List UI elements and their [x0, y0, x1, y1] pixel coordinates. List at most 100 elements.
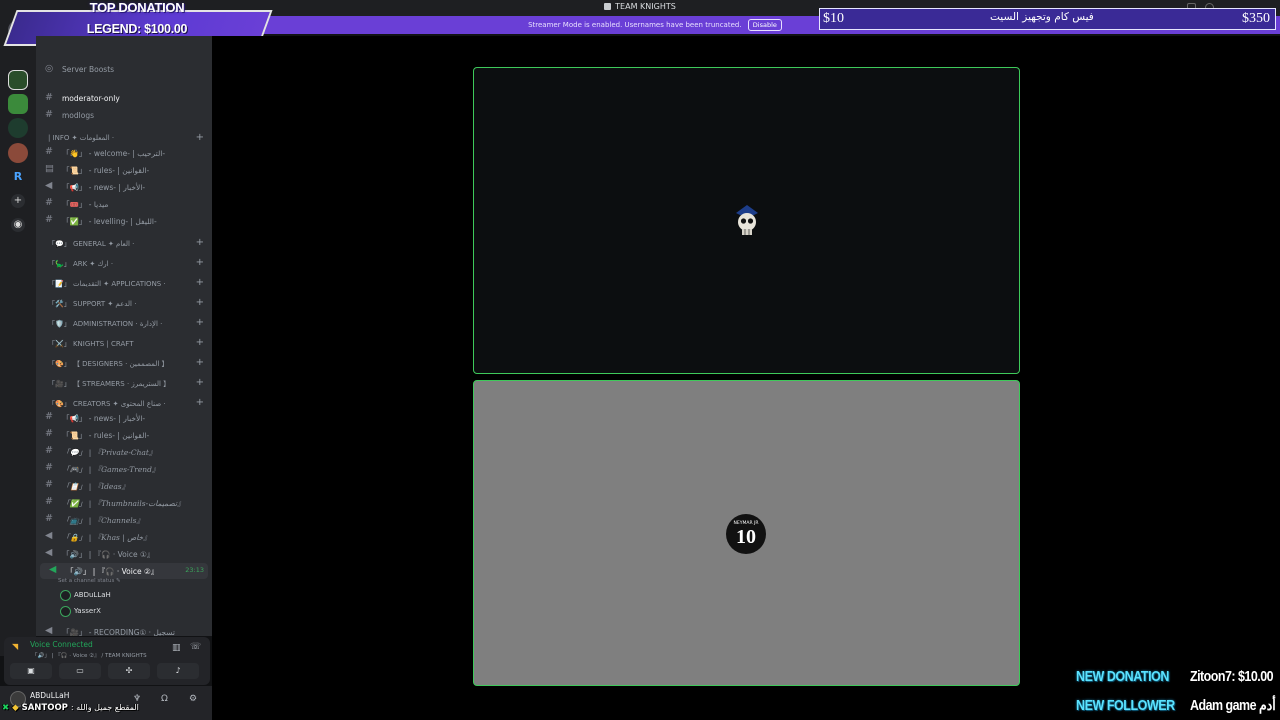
add-channel-icon[interactable]: + — [196, 357, 204, 368]
channel-levelling[interactable]: # 「✅」 - levelling- | الليفل- — [36, 213, 212, 229]
category-support[interactable]: 「🛠️」 SUPPORT ✦ الدعم · + — [36, 296, 212, 312]
channel-welcome[interactable]: # 「👋」 - welcome- | الترحيب- — [36, 145, 212, 161]
channel-media[interactable]: # 「🎟️」 - ميديا — [36, 196, 212, 212]
category-administration[interactable]: 「🛡️」 ADMINISTRATION · الإدارة · + — [36, 316, 212, 332]
screen-share-button[interactable]: ▭ — [59, 663, 101, 679]
avatar-number: 10 — [736, 526, 756, 548]
channel-creator-rules[interactable]: # 「📜」 - rules- | القوانين- — [36, 427, 212, 443]
channel-rules[interactable]: ▤ 「📜」 - rules- | القوانين- — [36, 162, 212, 178]
donation-alert: NEW DONATION Zitoon7: $10.00 — [1076, 669, 1280, 689]
channel-status-hint[interactable]: Set a channel status ✎ — [58, 578, 121, 584]
voice-channel-2[interactable]: ◀ 「🔊」 | 『🎧 · Voice ②』 23:13 — [40, 563, 208, 579]
top-donation-label: TOP DONATION — [89, 0, 185, 15]
activities-button[interactable]: ✣ — [108, 663, 150, 679]
channel-label: 「📢」 - news- | الأخبار- — [62, 414, 146, 423]
category-ark[interactable]: 「🦕」 ARK ✦ ارك · + — [36, 256, 212, 272]
voice-channel-recording[interactable]: ◀ 「🎥」 - RECORDING① · تسجيل — [36, 624, 212, 636]
category-label: 「🎨」 CREATORS ✦ صناع المحتوى · — [48, 400, 166, 408]
discover-icon[interactable]: ◉ — [11, 218, 25, 232]
channel-thumbnails[interactable]: # 「✅」 | 『Thumbnails-تصميمات』 — [36, 495, 212, 511]
voice-channel-1[interactable]: ◀ 「🔊」 | 『🎧 · Voice ①』 — [36, 546, 212, 562]
member-name: YasserX — [74, 607, 101, 615]
ticker-goal-amount: $350 — [1242, 11, 1270, 26]
category-general[interactable]: 「💬」 GENERAL ✦ العام · + — [36, 236, 212, 252]
window-title-text: TEAM KNIGHTS — [615, 2, 676, 11]
channel-sidebar: ◎ Server Boosts # moderator-only # modlogs … — [36, 36, 212, 636]
server-skull[interactable] — [8, 118, 28, 138]
channel-label: 「📺」 | 『Channels』 — [62, 516, 145, 525]
chat-overlay: ✖ ◆ SANTOOP : المقطع جميل والله — [2, 703, 212, 717]
platform-icon: ✖ — [2, 703, 10, 713]
hash-icon: # — [45, 92, 53, 103]
twitch-icon: ◆ — [12, 703, 19, 713]
add-channel-icon[interactable]: + — [196, 337, 204, 348]
category-streamers[interactable]: 「🎥」 【 STREAMERS · الستريمرز 】 + — [36, 376, 212, 392]
voice-connected-panel: ◥ Voice Connected 「🔊」 | 『🎧 · Voice ②』 / … — [4, 637, 210, 685]
member-name: ABDuLLaH — [74, 591, 111, 599]
skull-avatar-icon — [736, 205, 758, 235]
server-team-knights[interactable] — [8, 70, 28, 90]
channel-label: 「📜」 - rules- | القوانين- — [62, 431, 150, 440]
speaker-icon: ◀ — [45, 625, 53, 636]
alert-value: Zitoon7: $10.00 — [1190, 669, 1274, 685]
avatar — [60, 606, 71, 617]
channel-ideas[interactable]: # 「📋」 | 『Ideas』 — [36, 478, 212, 494]
category-knights-craft[interactable]: 「⚔️」 KNIGHTS | CRAFT + — [36, 336, 212, 352]
goal-ticker: $10 فيس كام وتجهيز السيت $350 — [819, 8, 1276, 30]
add-channel-icon[interactable]: + — [196, 132, 204, 143]
activities-icon: ✣ — [125, 666, 133, 675]
server-green[interactable] — [8, 94, 28, 114]
camera-button[interactable]: ▣ — [10, 663, 52, 679]
channel-label: modlogs — [62, 111, 94, 120]
category-label: 「💬」 GENERAL ✦ العام · — [48, 240, 135, 248]
server-rail: R + ◉ — [0, 16, 36, 656]
top-donation-value: LEGEND: $100.00 — [86, 22, 188, 36]
add-channel-icon[interactable]: + — [196, 257, 204, 268]
server-r[interactable]: R — [8, 167, 28, 187]
add-channel-icon[interactable]: + — [196, 237, 204, 248]
channel-label: 「📢」 - news- | الأخبار- — [62, 183, 146, 192]
channel-channels[interactable]: # 「📺」 | 『Channels』 — [36, 512, 212, 528]
channel-modlogs[interactable]: # modlogs — [36, 108, 212, 124]
alert-label: NEW FOLLOWER — [1076, 698, 1175, 714]
soundboard-button[interactable]: ♪ — [157, 663, 199, 679]
channel-news[interactable]: ◀ 「📢」 - news- | الأخبار- — [36, 179, 212, 195]
channel-label: moderator-only — [62, 94, 120, 103]
channel-khas[interactable]: ◀ 「🔒」 | 『Khas | خاص』 — [36, 529, 212, 545]
voice-channel-path: 「🔊」 | 『🎧 · Voice ②』 / TEAM KNIGHTS — [32, 653, 147, 659]
chat-message: : المقطع جميل والله — [70, 703, 139, 712]
neymar-avatar: NEYMAR JR 10 — [726, 514, 766, 554]
category-designers[interactable]: 「🎨」 【 DESIGNERS · المصممين 】 + — [36, 356, 212, 372]
voice-status[interactable]: Voice Connected — [30, 640, 93, 649]
category-applications[interactable]: 「📝」 التقديمات ✦ APPLICATIONS · + — [36, 276, 212, 292]
channel-moderator-only[interactable]: # moderator-only — [36, 91, 212, 107]
add-channel-icon[interactable]: + — [196, 397, 204, 408]
user-name[interactable]: ABDuLLaH — [30, 691, 69, 700]
add-channel-icon[interactable]: + — [196, 317, 204, 328]
hash-icon: # — [45, 146, 53, 157]
hash-icon: # — [45, 462, 53, 473]
server-boosts-label: Server Boosts — [62, 65, 115, 74]
channel-label: 「📋」 | 『Ideas』 — [62, 482, 130, 491]
add-channel-icon[interactable]: + — [196, 277, 204, 288]
alert-label: NEW DONATION — [1076, 669, 1169, 685]
speaker-icon: ◀ — [45, 530, 53, 541]
disable-streamer-mode-button[interactable]: Disable — [747, 19, 782, 31]
channel-games-trend[interactable]: # 「🎮」 | 『Games-Trend』 — [36, 461, 212, 477]
channel-label: 「🔒」 | 『Khas | خاص』 — [62, 533, 151, 542]
channel-private-chat[interactable]: # 「💬」 | 『Private-Chat』 — [36, 444, 212, 460]
connection-icon: ◥ — [12, 642, 19, 651]
add-server-icon[interactable]: + — [11, 194, 25, 208]
server-avatar[interactable] — [8, 143, 28, 163]
channel-label: 「👋」 - welcome- | الترحيب- — [62, 149, 166, 158]
add-channel-icon[interactable]: + — [196, 377, 204, 388]
disconnect-icon[interactable]: ☏ — [190, 642, 201, 652]
noise-suppression-icon[interactable]: ▥ — [172, 643, 181, 653]
category-label: 「🎥」 【 STREAMERS · الستريمرز 】 — [48, 380, 171, 388]
server-boosts-item[interactable]: ◎ Server Boosts — [36, 62, 212, 78]
streamer-mode-text: Streamer Mode is enabled. Usernames have… — [528, 21, 742, 29]
add-channel-icon[interactable]: + — [196, 297, 204, 308]
category-label: 「⚔️」 KNIGHTS | CRAFT — [48, 340, 134, 348]
speaker-icon: ◀ — [45, 547, 53, 558]
channel-creator-news[interactable]: # 「📢」 - news- | الأخبار- — [36, 410, 212, 426]
